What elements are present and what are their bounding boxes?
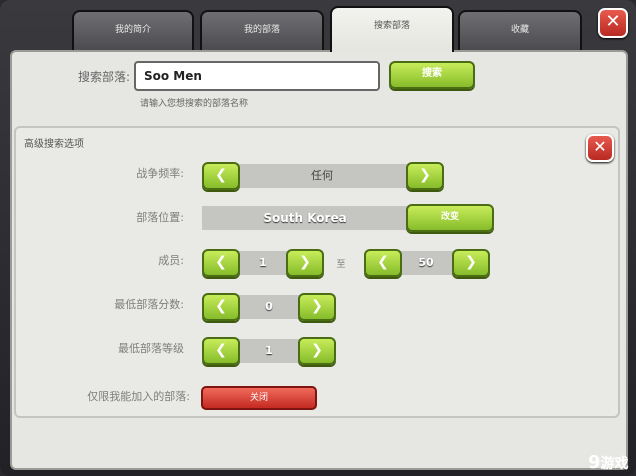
min-points-next-button[interactable]: ❯ bbox=[298, 293, 336, 321]
tab-my-profile[interactable]: 我的简介 bbox=[72, 10, 194, 52]
min-points-prev-button[interactable]: ❮ bbox=[202, 293, 240, 321]
advanced-title: 高级搜索选项 bbox=[24, 139, 84, 150]
chevron-left-icon: ❮ bbox=[215, 167, 227, 183]
min-points-value: 0 bbox=[236, 295, 302, 319]
tab-search-clans[interactable]: 搜索部落 bbox=[330, 6, 454, 52]
members-label: 成员: bbox=[158, 254, 184, 267]
chevron-left-icon: ❮ bbox=[215, 298, 227, 314]
members-min-prev-button[interactable]: ❮ bbox=[202, 249, 240, 277]
change-location-button[interactable]: 改变 bbox=[406, 204, 494, 232]
clan-search-input[interactable]: Soo Men bbox=[134, 61, 380, 91]
tab-my-clan[interactable]: 我的部落 bbox=[200, 10, 324, 52]
watermark-text: 游戏 bbox=[600, 456, 629, 472]
chevron-left-icon: ❮ bbox=[215, 342, 227, 358]
chevron-right-icon: ❯ bbox=[419, 167, 431, 183]
chevron-right-icon: ❯ bbox=[311, 342, 323, 358]
joinable-only-toggle[interactable]: 关闭 bbox=[201, 386, 317, 410]
watermark-logo: 9游戏 bbox=[588, 452, 629, 473]
war-frequency-value: 任何 bbox=[234, 164, 410, 188]
location-label: 部落位置: bbox=[136, 211, 184, 224]
chevron-left-icon: ❮ bbox=[215, 254, 227, 270]
search-button[interactable]: 搜索 bbox=[389, 61, 475, 89]
close-advanced-button[interactable]: ✕ bbox=[586, 134, 614, 162]
members-min-value: 1 bbox=[236, 251, 290, 275]
tab-bookmarks[interactable]: 收藏 bbox=[458, 10, 582, 52]
min-points-label: 最低部落分数: bbox=[114, 298, 184, 311]
members-max-value: 50 bbox=[396, 251, 456, 275]
close-window-button[interactable]: ✕ bbox=[598, 8, 628, 38]
min-level-value: 1 bbox=[236, 339, 302, 363]
members-max-next-button[interactable]: ❯ bbox=[452, 249, 490, 277]
war-frequency-label: 战争频率: bbox=[136, 167, 184, 180]
chevron-left-icon: ❮ bbox=[377, 254, 389, 270]
min-level-label: 最低部落等级 bbox=[118, 342, 184, 355]
search-label: 搜索部落: bbox=[77, 70, 130, 84]
min-level-next-button[interactable]: ❯ bbox=[298, 337, 336, 365]
search-hint: 请输入您想搜索的部落名称 bbox=[140, 99, 249, 109]
members-to-label: 至 bbox=[336, 260, 346, 270]
chevron-right-icon: ❯ bbox=[465, 254, 477, 270]
location-value: South Korea bbox=[202, 206, 408, 230]
min-level-prev-button[interactable]: ❮ bbox=[202, 337, 240, 365]
joinable-only-label: 仅限我能加入的部落: bbox=[87, 390, 190, 403]
members-min-next-button[interactable]: ❯ bbox=[286, 249, 324, 277]
close-icon: ✕ bbox=[605, 11, 621, 32]
chevron-right-icon: ❯ bbox=[311, 298, 323, 314]
war-frequency-next-button[interactable]: ❯ bbox=[406, 162, 444, 190]
close-icon: ✕ bbox=[593, 137, 607, 156]
war-frequency-prev-button[interactable]: ❮ bbox=[202, 162, 240, 190]
chevron-right-icon: ❯ bbox=[299, 254, 311, 270]
members-max-prev-button[interactable]: ❮ bbox=[364, 249, 402, 277]
watermark-number: 9 bbox=[588, 452, 601, 473]
